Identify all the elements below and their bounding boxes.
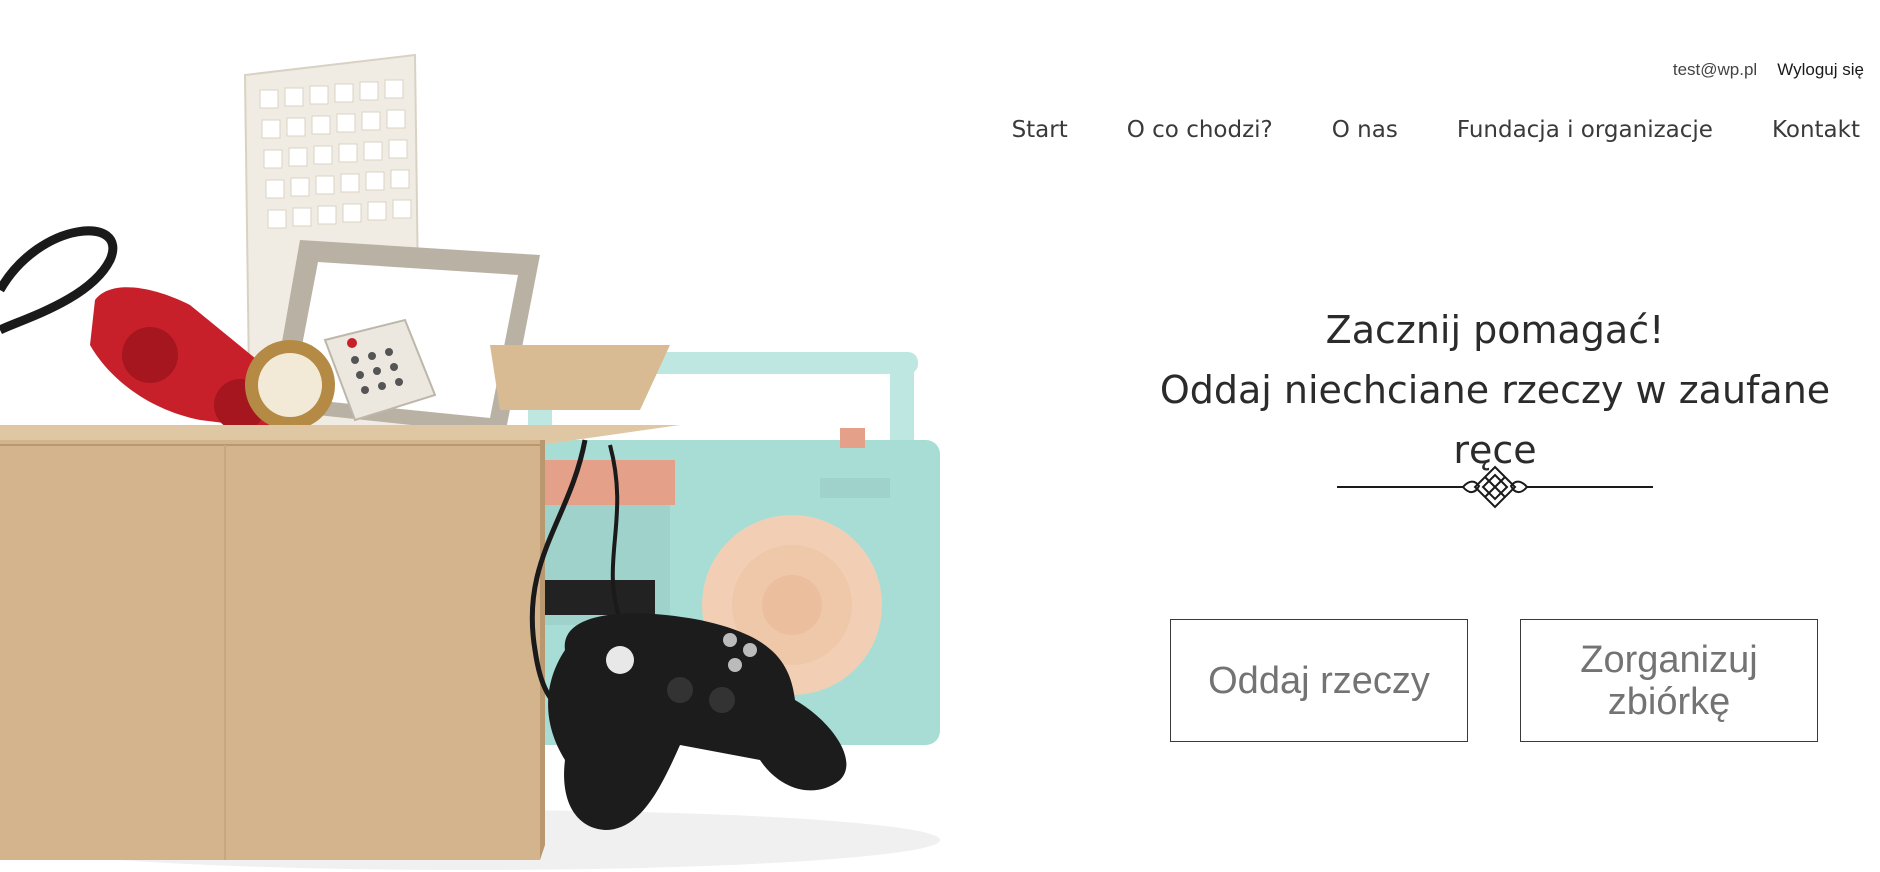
nav-item-start[interactable]: Start: [1012, 117, 1068, 143]
nav-item-fundacja[interactable]: Fundacja i organizacje: [1457, 117, 1713, 143]
user-email: test@wp.pl: [1672, 60, 1758, 79]
nav-item-o-nas[interactable]: O nas: [1332, 117, 1398, 143]
hero-content: Zacznij pomagać! Oddaj niechciane rzeczy…: [1130, 300, 1860, 480]
organize-collection-button[interactable]: Zorganizuj zbiórkę: [1520, 619, 1818, 742]
main-nav: Start O co chodzi? O nas Fundacja i orga…: [953, 117, 1860, 143]
decorative-divider-icon: [1337, 465, 1653, 509]
hero-image: [0, 0, 945, 872]
nav-item-kontakt[interactable]: Kontakt: [1772, 117, 1860, 143]
landing-page: test@wp.pl Wyloguj się Start O co chodzi…: [0, 0, 1880, 872]
nav-item-o-co-chodzi[interactable]: O co chodzi?: [1127, 117, 1273, 143]
give-items-button[interactable]: Oddaj rzeczy: [1170, 619, 1468, 742]
hero-title: Zacznij pomagać!: [1325, 308, 1665, 352]
logout-link[interactable]: Wyloguj się: [1777, 60, 1864, 80]
donation-box-illustration: [0, 0, 945, 872]
user-bar: test@wp.pl Wyloguj się: [1673, 60, 1864, 80]
